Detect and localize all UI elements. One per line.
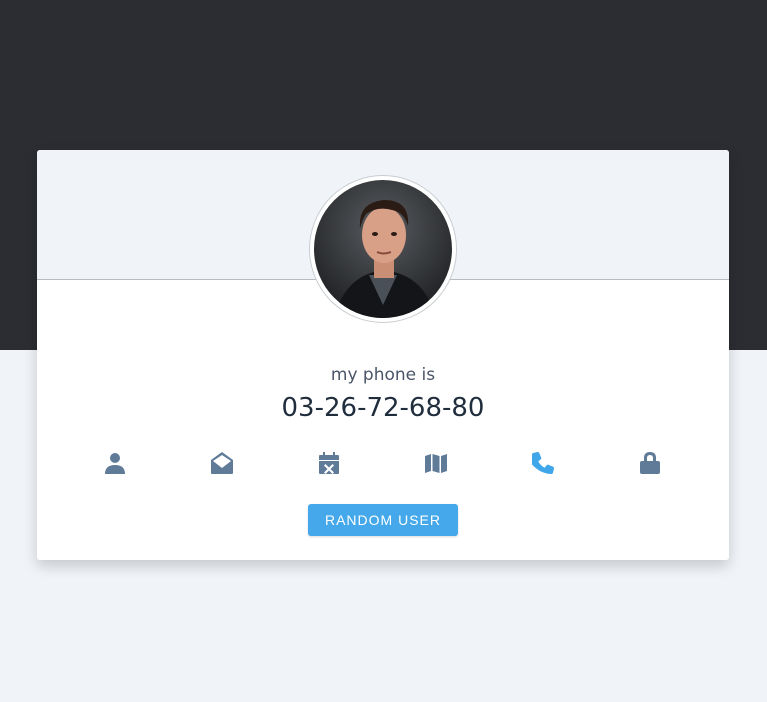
phone-icon[interactable] [528, 448, 558, 478]
info-icon-bar [37, 448, 729, 478]
avatar [314, 180, 452, 318]
calendar-times-icon[interactable] [314, 448, 344, 478]
info-label: my phone is [330, 365, 436, 385]
avatar-frame [309, 175, 457, 323]
user-icon[interactable] [100, 448, 130, 478]
random-user-button[interactable]: RANDOM USER [308, 504, 458, 536]
envelope-open-icon[interactable] [207, 448, 237, 478]
info-value: 03-26-72-68-80 [281, 393, 485, 423]
user-card: my phone is 03-26-72-68-80 RANDOM USER [37, 150, 729, 560]
map-icon[interactable] [421, 448, 451, 478]
lock-icon[interactable] [635, 448, 665, 478]
